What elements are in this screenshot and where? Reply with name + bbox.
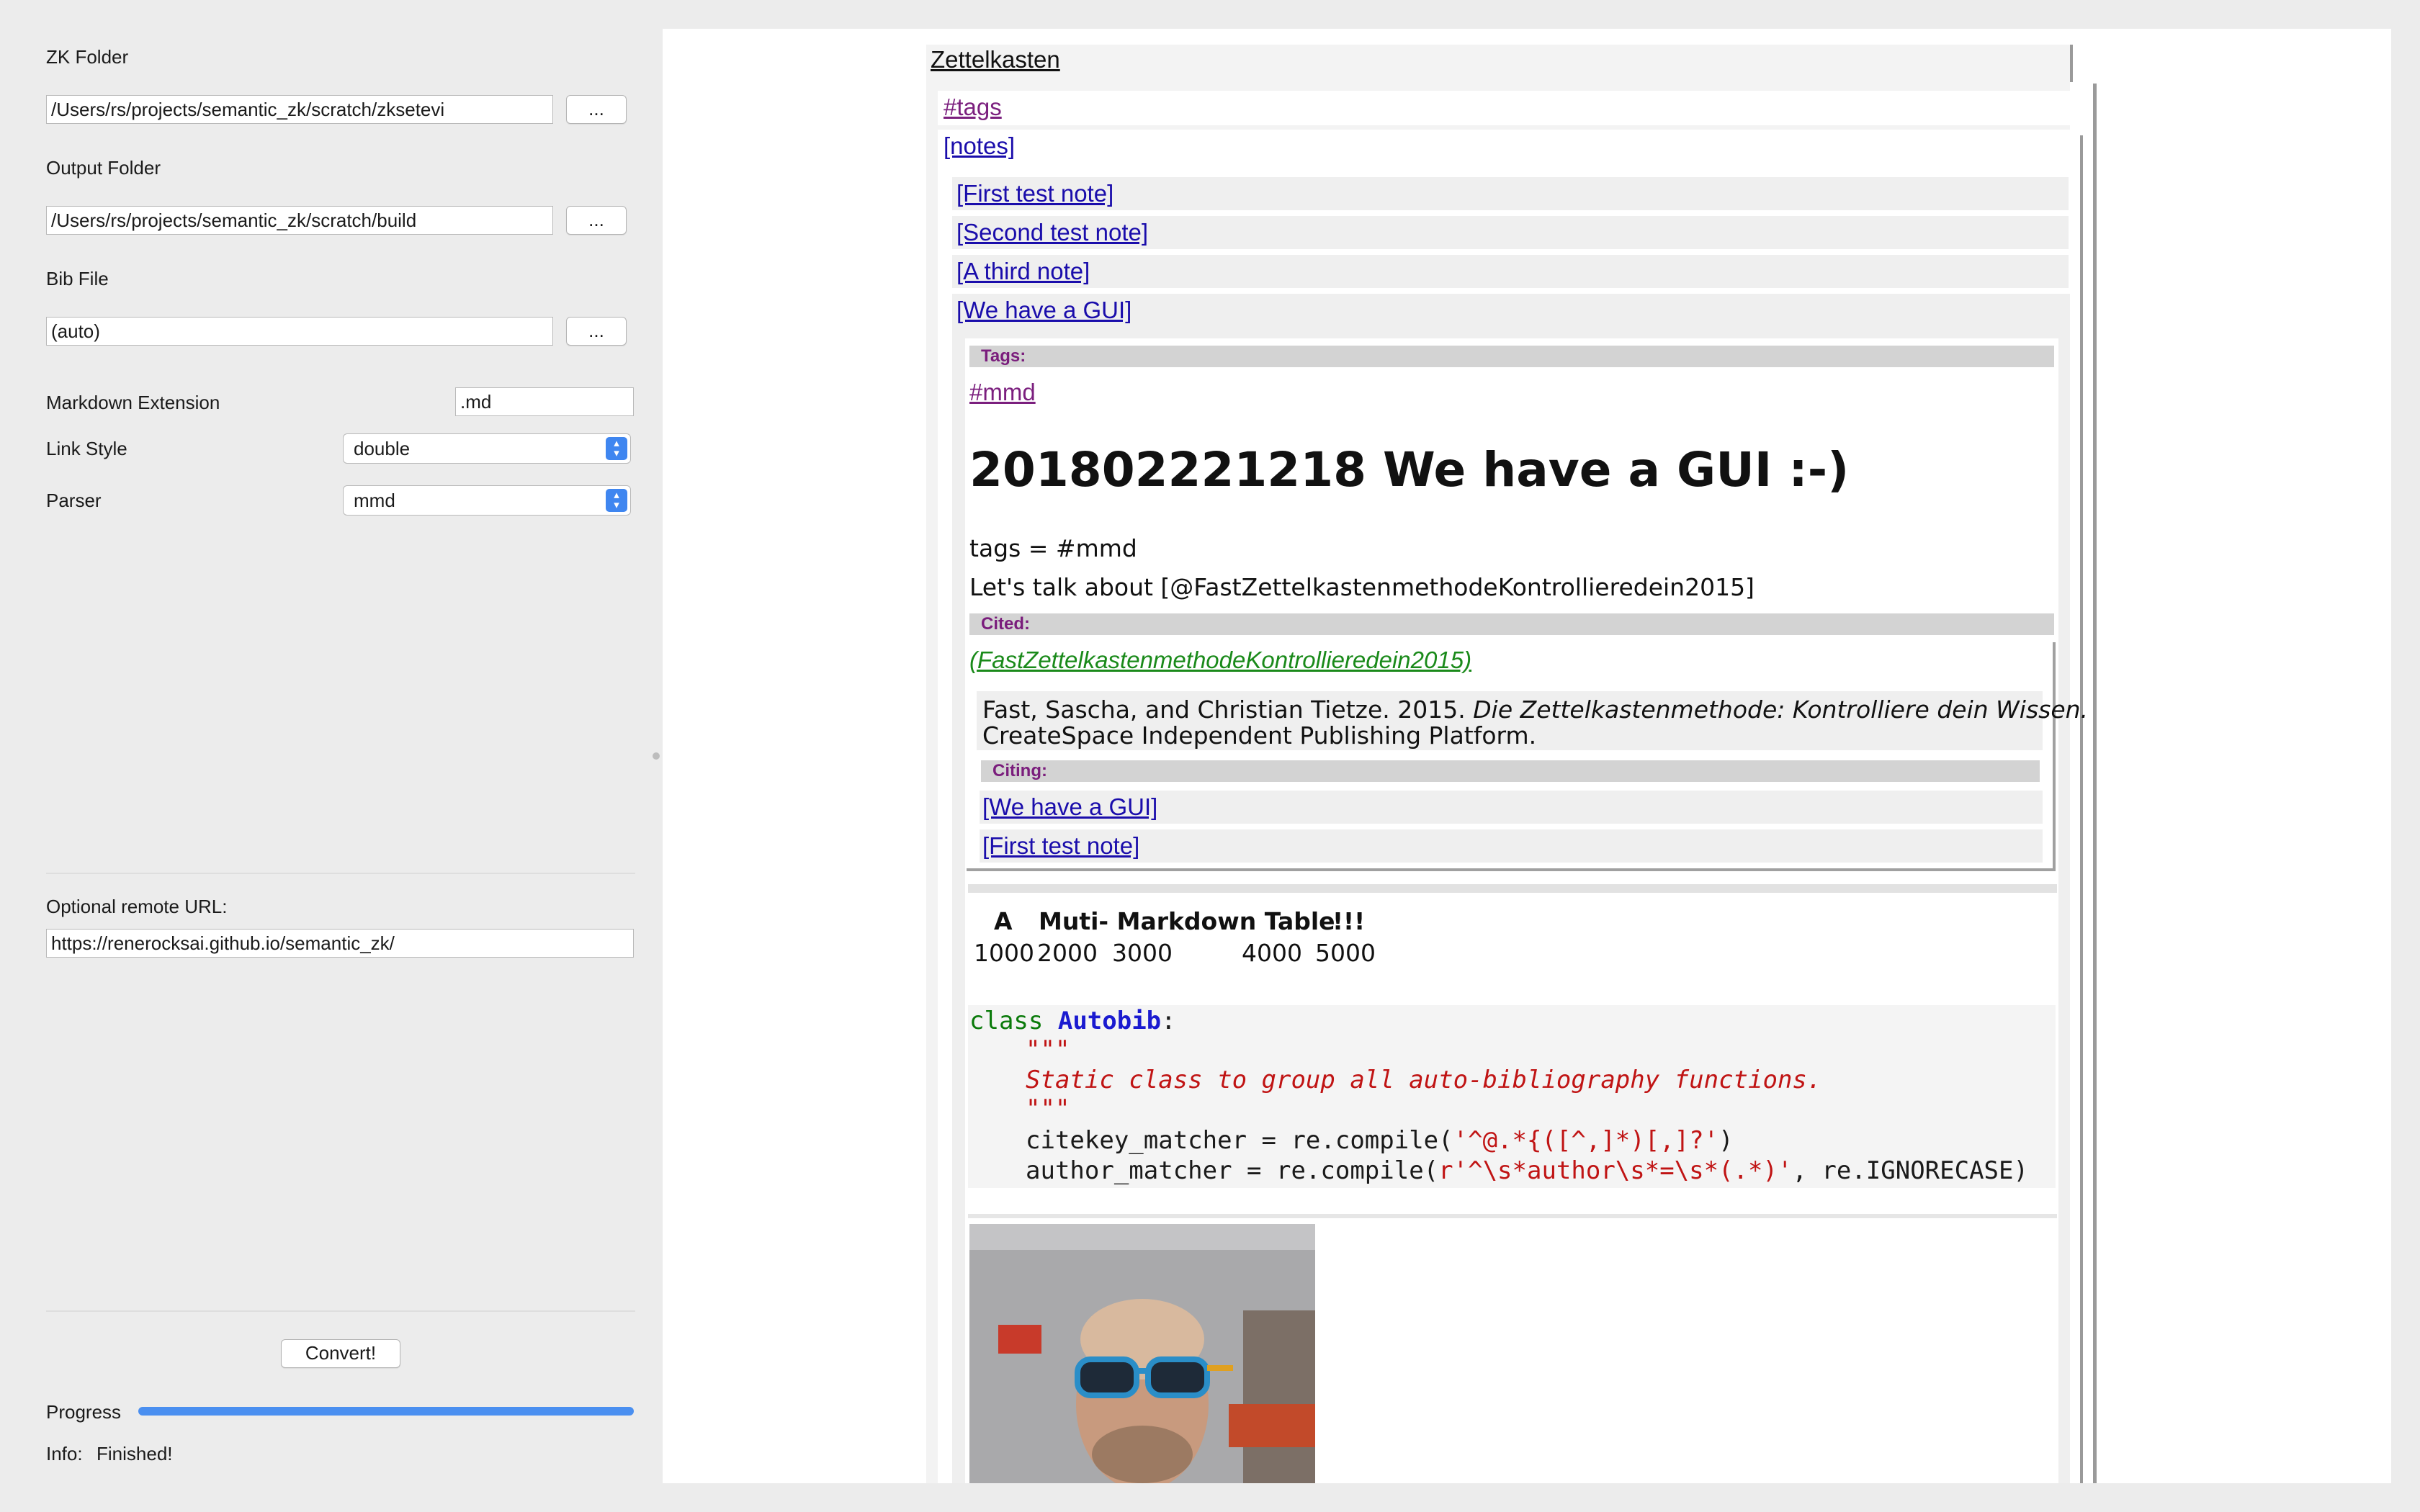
zk-folder-browse-button[interactable]: ... bbox=[566, 95, 627, 124]
code-line-author: author_matcher = re.compile(r'^\s*author… bbox=[1026, 1156, 2028, 1185]
select-stepper-icon: ▴ ▾ bbox=[606, 437, 627, 460]
info-value: Finished! bbox=[97, 1443, 173, 1464]
tags-line: tags = #mmd bbox=[969, 534, 1137, 562]
divider bbox=[968, 884, 2057, 893]
separator bbox=[46, 1310, 635, 1312]
parser-select[interactable]: mmd ▴ ▾ bbox=[343, 485, 631, 516]
shadow bbox=[2093, 84, 2097, 1483]
note-link[interactable]: [A third note] bbox=[956, 258, 1090, 285]
talk-line: Let's talk about [@FastZettelkastenmetho… bbox=[969, 573, 1754, 601]
remote-url-label: Optional remote URL: bbox=[46, 896, 228, 917]
code-docstring-text: Static class to group all auto-bibliogra… bbox=[1026, 1066, 1822, 1094]
link-style-select[interactable]: double ▴ ▾ bbox=[343, 433, 631, 464]
reference-line2: CreateSpace Independent Publishing Platf… bbox=[982, 721, 1537, 750]
zk-folder-input[interactable]: /Users/rs/projects/semantic_zk/scratch/z… bbox=[46, 95, 553, 124]
author-photo bbox=[969, 1224, 1315, 1483]
code-line-class: class Autobib: bbox=[969, 1007, 1176, 1035]
markdown-extension-label: Markdown Extension bbox=[46, 392, 220, 413]
zk-folder-label: ZK Folder bbox=[46, 46, 129, 68]
citing-link[interactable]: [First test note] bbox=[982, 832, 1139, 860]
cited-band: Cited: bbox=[969, 613, 2054, 635]
progress-bar bbox=[138, 1407, 634, 1416]
code-line-citekey: citekey_matcher = re.compile('^@.*{([^,]… bbox=[1026, 1126, 1734, 1155]
table-header-bang: !!! bbox=[1332, 907, 1366, 935]
link-style-value: double bbox=[354, 438, 411, 459]
bib-file-label: Bib File bbox=[46, 268, 109, 289]
note-link[interactable]: [Second test note] bbox=[956, 219, 1148, 246]
code-docstring-close: """ bbox=[1026, 1094, 1070, 1123]
note-row bbox=[952, 255, 2069, 288]
remote-url-input[interactable]: https://renerocksai.github.io/semantic_z… bbox=[46, 929, 634, 958]
note-link[interactable]: [First test note] bbox=[956, 180, 1113, 207]
convert-button[interactable]: Convert! bbox=[281, 1339, 400, 1368]
progress-label: Progress bbox=[46, 1401, 122, 1423]
notes-link[interactable]: [notes] bbox=[944, 132, 1015, 160]
link-style-label: Link Style bbox=[46, 438, 127, 459]
table-header-title: Muti- Markdown Table bbox=[1039, 907, 1335, 935]
parser-value: mmd bbox=[354, 490, 395, 511]
output-folder-input[interactable]: /Users/rs/projects/semantic_zk/scratch/b… bbox=[46, 206, 553, 235]
table-header-a: A bbox=[994, 907, 1013, 935]
code-docstring-open: """ bbox=[1026, 1035, 1070, 1064]
shadow bbox=[2080, 135, 2083, 1483]
reference-line1: Fast, Sascha, and Christian Tietze. 2015… bbox=[982, 696, 2089, 724]
tags-band: Tags: bbox=[969, 346, 2054, 367]
table-cell: 1000 bbox=[974, 939, 1034, 967]
bib-file-browse-button[interactable]: ... bbox=[566, 317, 627, 346]
output-folder-label: Output Folder bbox=[46, 157, 161, 179]
citing-band: Citing: bbox=[981, 760, 2040, 782]
separator bbox=[46, 873, 635, 874]
tags-row bbox=[938, 91, 2081, 125]
parser-label: Parser bbox=[46, 490, 102, 511]
info-label: Info: bbox=[46, 1443, 83, 1464]
note-link[interactable]: [We have a GUI] bbox=[956, 297, 1131, 324]
preview-webview[interactable]: Zettelkasten #tags [notes] [First test n… bbox=[663, 29, 2391, 1483]
table-cell: 5000 bbox=[1315, 939, 1376, 967]
bib-file-input[interactable]: (auto) bbox=[46, 317, 553, 346]
shadow bbox=[2070, 45, 2073, 82]
citing-link[interactable]: [We have a GUI] bbox=[982, 793, 1157, 821]
divider bbox=[968, 1214, 2057, 1218]
table-cell: 2000 bbox=[1037, 939, 1098, 967]
output-folder-browse-button[interactable]: ... bbox=[566, 206, 627, 235]
table-cell: 3000 bbox=[1112, 939, 1173, 967]
citekey-link[interactable]: (FastZettelkastenmethodeKontrollieredein… bbox=[969, 647, 1471, 674]
splitter-handle[interactable] bbox=[653, 752, 660, 760]
markdown-extension-input[interactable]: .md bbox=[455, 387, 634, 416]
tag-link[interactable]: #mmd bbox=[969, 379, 1036, 406]
note-row bbox=[952, 177, 2069, 210]
root-title[interactable]: Zettelkasten bbox=[931, 46, 1060, 73]
table-cell: 4000 bbox=[1242, 939, 1302, 967]
note-heading: 201802221218 We have a GUI :-) bbox=[969, 442, 1850, 498]
tags-link[interactable]: #tags bbox=[944, 94, 1002, 121]
select-stepper-icon: ▴ ▾ bbox=[606, 489, 627, 512]
